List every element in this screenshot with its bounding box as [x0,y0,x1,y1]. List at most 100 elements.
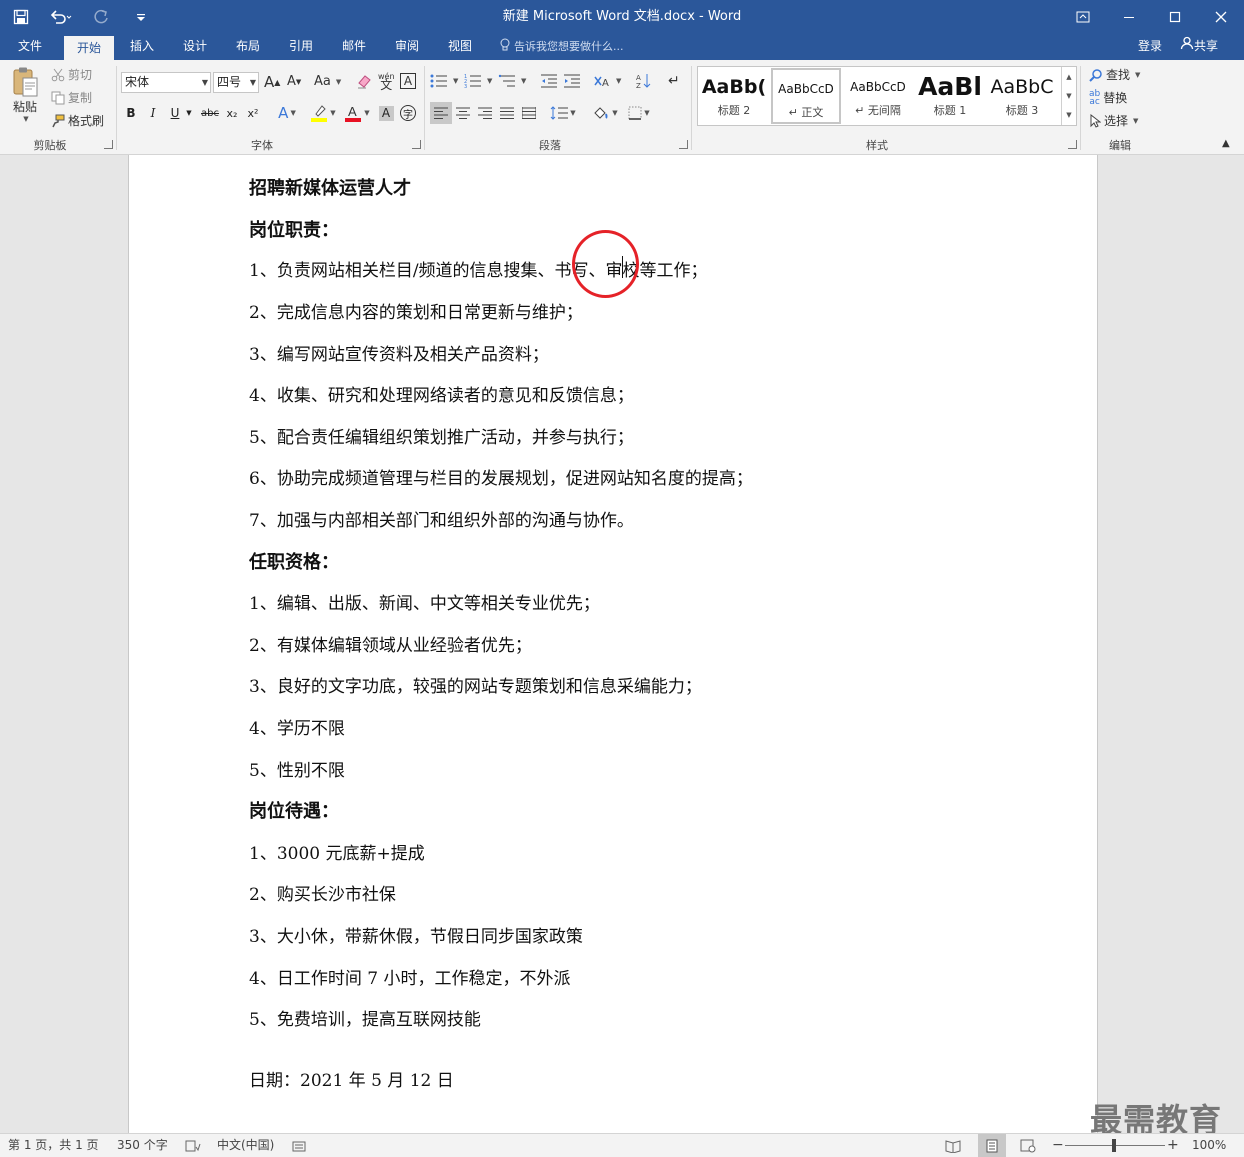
ribbon-display-icon[interactable] [1060,0,1106,33]
show-marks-button[interactable]: ↵ [668,73,680,89]
chevron-down-icon[interactable]: ▼ [250,73,256,92]
justify-button[interactable] [496,102,518,124]
document-date: 日期：2021 年 5 月 12 日 [249,1071,454,1091]
enclose-characters-icon: 字 [400,105,416,121]
print-layout-icon[interactable] [978,1134,1006,1157]
strikethrough-button[interactable]: abc [199,102,221,124]
multilevel-list-button[interactable]: ▼ [498,73,526,89]
font-color-button[interactable]: A ▼ [342,102,372,124]
align-right-button[interactable] [474,102,496,124]
character-shading-button[interactable]: A [377,102,395,124]
word-count[interactable]: 350 个字 [117,1134,168,1157]
language-indicator[interactable]: 中文(中国) [217,1134,274,1157]
select-label: 选择 [1104,114,1129,128]
line-spacing-button[interactable]: ▼ [549,102,577,124]
style-heading-2[interactable]: AaBb( 标题 2 [699,68,769,124]
dialog-launcher-icon[interactable] [679,140,688,149]
chevron-down-icon[interactable]: ▼ [202,73,208,92]
font-name-box[interactable]: 宋体 ▼ [121,72,211,93]
dialog-launcher-icon[interactable] [1068,140,1077,149]
paragraph: 3、编写网站宣传资料及相关产品资料； [249,345,549,365]
underline-button[interactable]: U [166,102,184,124]
dialog-launcher-icon[interactable] [412,140,421,149]
align-left-button[interactable] [430,102,452,124]
group-divider [1080,66,1081,150]
paragraph: 2、购买长沙市社保 [249,885,396,905]
style-heading-1[interactable]: AaBl 标题 1 [915,68,985,124]
page-count[interactable]: 第 1 页，共 1 页 [8,1134,99,1157]
cut-button[interactable]: 剪切 [51,66,92,83]
zoom-level[interactable]: 100% [1192,1134,1226,1157]
distributed-button[interactable] [518,102,540,124]
chevron-down-icon[interactable]: ▼ [184,102,194,124]
zoom-slider-thumb[interactable] [1112,1139,1116,1152]
increase-indent-button[interactable] [563,73,581,89]
tell-me-box[interactable]: 告诉我您想要做什么... [500,33,624,60]
style-normal[interactable]: AaBbCcD ↵ 正文 [771,68,841,124]
more-styles-icon[interactable]: ▼ [1062,105,1076,124]
text-effects-button[interactable]: A ▼ [276,102,298,124]
tab-view[interactable]: 视图 [436,33,484,60]
sort-button[interactable]: AZ [636,73,652,89]
group-label-styles: 样式 [866,139,888,152]
asian-layout-button[interactable]: A ▼ [593,73,621,89]
format-painter-button[interactable]: 格式刷 [51,112,104,129]
group-label-clipboard: 剪贴板 [33,139,67,152]
italic-button[interactable]: I [144,102,162,124]
share-button[interactable]: 共享 [1180,33,1218,60]
tab-review[interactable]: 审阅 [383,33,431,60]
tab-layout[interactable]: 布局 [224,33,272,60]
sign-in-link[interactable]: 登录 [1138,33,1162,60]
zoom-out-icon[interactable]: − [1052,1134,1064,1157]
tab-design[interactable]: 设计 [171,33,219,60]
maximize-icon[interactable] [1152,0,1198,33]
copy-button[interactable]: 复制 [51,89,92,106]
macro-icon[interactable] [292,1134,306,1157]
line-spacing-icon [550,106,569,120]
vertical-scrollbar[interactable] [1227,155,1244,1133]
scroll-down-icon[interactable]: ▼ [1062,86,1076,105]
select-button[interactable]: 选择 ▼ [1089,112,1138,129]
style-heading-3[interactable]: AaBbC 标题 3 [987,68,1057,124]
font-size-box[interactable]: 四号 ▼ [213,72,259,93]
style-no-spacing[interactable]: AaBbCcD ↵ 无间隔 [843,68,913,124]
phonetic-guide-button[interactable]: wén 文 [378,72,395,91]
close-icon[interactable] [1198,0,1244,33]
bullets-button[interactable]: ▼ [430,73,458,89]
grow-font-button[interactable]: A ▲ [264,73,280,91]
borders-button[interactable]: ▼ [625,102,653,124]
tab-home[interactable]: 开始 [64,36,114,60]
read-mode-icon[interactable] [945,1134,961,1157]
tab-file[interactable]: 文件 [6,33,54,60]
shrink-font-button[interactable]: A ▼ [287,74,301,89]
subscript-button[interactable]: x₂ [223,102,241,124]
shrink-font-icon: A ▼ [287,74,302,89]
clear-formatting-button[interactable] [356,73,372,89]
enclose-characters-button[interactable]: 字 [398,102,418,124]
highlight-button[interactable]: ▼ [308,102,338,124]
decrease-indent-button[interactable] [540,73,558,89]
chevron-down-icon: ▼ [23,115,29,123]
replace-button[interactable]: ab ac 替换 [1089,89,1127,106]
scroll-up-icon[interactable]: ▲ [1062,67,1076,86]
paste-button[interactable]: 粘贴 ▼ [10,66,40,123]
numbering-button[interactable]: 1 2 3 ▼ [464,73,492,89]
minimize-icon[interactable] [1106,0,1152,33]
font-name-value: 宋体 [125,75,150,89]
find-button[interactable]: 查找 ▼ [1089,66,1140,83]
proofing-icon[interactable] [185,1134,201,1157]
bold-button[interactable]: B [122,102,140,124]
zoom-in-icon[interactable]: + [1167,1134,1179,1157]
tab-mailings[interactable]: 邮件 [330,33,378,60]
tab-insert[interactable]: 插入 [118,33,166,60]
web-layout-icon[interactable] [1020,1134,1036,1157]
group-label-font: 字体 [251,139,273,152]
superscript-button[interactable]: x² [244,102,262,124]
character-border-button[interactable]: A [400,73,416,89]
tab-references[interactable]: 引用 [277,33,325,60]
change-case-button[interactable]: Aa ▼ [314,74,341,89]
collapse-ribbon-icon[interactable]: ▲ [1222,138,1230,149]
align-center-button[interactable] [452,102,474,124]
shading-button[interactable]: ▼ [591,102,619,124]
dialog-launcher-icon[interactable] [104,140,113,149]
